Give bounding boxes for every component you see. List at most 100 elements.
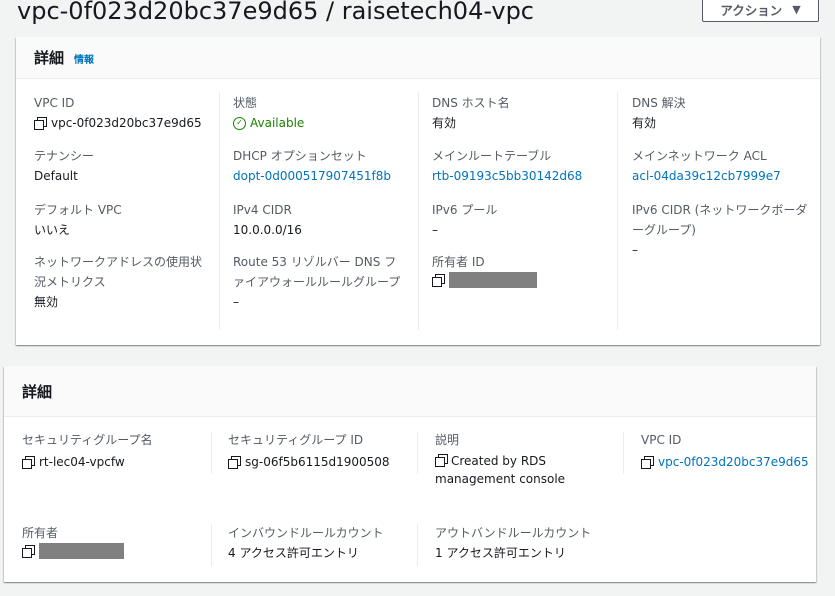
ipv6-cidr-field: IPv6 CIDR (ネットワークボーダーグループ) – [632, 200, 810, 260]
owner-id-field: 所有者 ID [432, 252, 602, 288]
inbound-label: インバウンドルールカウント [228, 526, 384, 540]
page-title: vpc-0f023d20bc37e9d65 / raisetech04-vpc [17, 0, 534, 25]
desc-label: 説明 [435, 433, 460, 447]
column-divider [211, 432, 212, 474]
vpc-id-value: vpc-0f023d20bc37e9d65 [51, 116, 202, 130]
copy-icon[interactable] [22, 456, 35, 469]
copy-icon[interactable] [432, 274, 445, 287]
net-usage-field: ネットワークアドレスの使用状況メトリクス 無効 [34, 252, 204, 312]
vpc-details-header: 詳細 情報 [16, 37, 820, 79]
dns-host-value: 有効 [432, 116, 457, 130]
column-divider [623, 432, 624, 474]
inbound-value: 4 アクセス許可エントリ [228, 546, 359, 560]
desc-value: Created by RDS management console [435, 454, 566, 486]
sg-details-panel: 詳細 セキュリティグループ名 rt-lec04-vpcfw 所有者 セキュリティ… [4, 366, 816, 582]
ipv6-cidr-value: – [632, 243, 638, 257]
main-rt-field: メインルートテーブル rtb-09193c5bb30142d68 [432, 146, 610, 186]
info-link[interactable]: 情報 [74, 51, 94, 66]
main-acl-label: メインネットワーク ACL [632, 149, 767, 163]
owner-id-label: 所有者 ID [432, 255, 485, 269]
tenancy-label: テナンシー [34, 149, 95, 163]
sg-owner-label: 所有者 [22, 526, 59, 540]
vpc-col-1: VPC ID vpc-0f023d20bc37e9d65 [34, 93, 204, 133]
sg-id-label: セキュリティグループ ID [228, 433, 364, 447]
outbound-field: アウトバンドルールカウント 1 アクセス許可エントリ [435, 523, 615, 563]
dns-res-label: DNS 解決 [632, 96, 686, 110]
dns-res-field: DNS 解決 有効 [632, 93, 810, 133]
dhcp-label: DHCP オプションセット [233, 149, 367, 163]
dns-host-field: DNS ホスト名 有効 [432, 93, 602, 133]
sg-id-field: セキュリティグループ ID sg-06f5b6115d1900508 [228, 430, 408, 472]
main-rt-label: メインルートテーブル [432, 149, 552, 163]
dns-res-value: 有効 [632, 116, 657, 130]
inbound-field: インバウンドルールカウント 4 アクセス許可エントリ [228, 523, 408, 563]
desc-copy: Created by RDS management console [435, 452, 615, 488]
actions-button[interactable]: アクション ▼ [702, 0, 819, 22]
redacted-owner-id [449, 272, 537, 288]
default-vpc-value: いいえ [34, 223, 71, 237]
column-divider [211, 524, 212, 566]
net-usage-label: ネットワークアドレスの使用状況メトリクス [34, 255, 203, 289]
desc-field: 説明 Created by RDS management console [435, 430, 615, 488]
route53-value: – [233, 295, 239, 309]
net-usage-value: 無効 [34, 295, 59, 309]
sg-name-field: セキュリティグループ名 rt-lec04-vpcfw [22, 430, 202, 472]
sg-id-copy: sg-06f5b6115d1900508 [228, 452, 408, 472]
sg-owner-copy [22, 543, 202, 559]
tenancy-value: Default [34, 169, 78, 183]
route53-label: Route 53 リゾルバー DNS ファイアウォールルールグループ [233, 255, 401, 289]
state-label: 状態 [233, 96, 258, 110]
status-badge: ✓ Available [233, 113, 403, 133]
owner-id-copy [432, 272, 602, 288]
state-field: 状態 ✓ Available [233, 93, 403, 133]
column-divider [617, 92, 618, 330]
copy-icon[interactable] [641, 456, 654, 469]
sg-id-value: sg-06f5b6115d1900508 [245, 455, 390, 469]
dhcp-link[interactable]: dopt-0d000517907451f8b [233, 166, 411, 186]
column-divider [418, 92, 419, 330]
ipv6-pool-value: – [432, 223, 438, 237]
sg-name-value: rt-lec04-vpcfw [39, 455, 125, 469]
sg-name-label: セキュリティグループ名 [22, 433, 153, 447]
vpc-id-copy: vpc-0f023d20bc37e9d65 [34, 113, 204, 133]
column-divider [417, 432, 418, 474]
outbound-label: アウトバンドルールカウント [435, 526, 592, 540]
dns-host-label: DNS ホスト名 [432, 96, 510, 110]
sg-name-copy: rt-lec04-vpcfw [22, 452, 202, 472]
ipv4-label: IPv4 CIDR [233, 203, 292, 217]
sg-vpc-id-label: VPC ID [641, 433, 682, 447]
copy-icon[interactable] [435, 454, 448, 467]
sg-details-header: 詳細 [4, 366, 816, 417]
state-value: Available [250, 116, 305, 130]
column-divider [417, 524, 418, 566]
caret-down-icon: ▼ [792, 2, 801, 16]
sg-vpc-id-link[interactable]: vpc-0f023d20bc37e9d65 [658, 452, 809, 472]
main-acl-field: メインネットワーク ACL acl-04da39c12cb7999e7 [632, 146, 810, 186]
ipv6-cidr-label: IPv6 CIDR (ネットワークボーダーグループ) [632, 203, 808, 237]
ipv6-pool-label: IPv6 プール [432, 203, 498, 217]
column-divider [219, 92, 220, 330]
route53-field: Route 53 リゾルバー DNS ファイアウォールルールグループ – [233, 252, 403, 312]
sg-vpc-id-copy: vpc-0f023d20bc37e9d65 [641, 452, 813, 472]
tenancy-field: テナンシー Default [34, 146, 204, 186]
vpc-details-panel: 詳細 情報 VPC ID vpc-0f023d20bc37e9d65 テナンシー… [16, 37, 820, 345]
sg-details-heading: 詳細 [22, 382, 53, 401]
ipv4-value: 10.0.0.0/16 [233, 223, 302, 237]
actions-button-label: アクション [720, 2, 783, 18]
dhcp-field: DHCP オプションセット dopt-0d000517907451f8b [233, 146, 411, 186]
main-rt-link[interactable]: rtb-09193c5bb30142d68 [432, 166, 610, 186]
copy-icon[interactable] [34, 117, 47, 130]
main-acl-link[interactable]: acl-04da39c12cb7999e7 [632, 166, 810, 186]
copy-icon[interactable] [22, 545, 35, 558]
vpc-details-heading: 詳細 [34, 49, 65, 67]
ipv6-pool-field: IPv6 プール – [432, 200, 602, 240]
default-vpc-field: デフォルト VPC いいえ [34, 200, 204, 240]
check-circle-icon: ✓ [233, 116, 246, 130]
redacted-owner [39, 543, 124, 559]
sg-vpc-id-field: VPC ID vpc-0f023d20bc37e9d65 [641, 430, 813, 472]
vpc-id-label: VPC ID [34, 96, 75, 110]
sg-owner-field: 所有者 [22, 523, 202, 559]
default-vpc-label: デフォルト VPC [34, 203, 122, 217]
copy-icon[interactable] [228, 456, 241, 469]
ipv4-field: IPv4 CIDR 10.0.0.0/16 [233, 200, 403, 240]
